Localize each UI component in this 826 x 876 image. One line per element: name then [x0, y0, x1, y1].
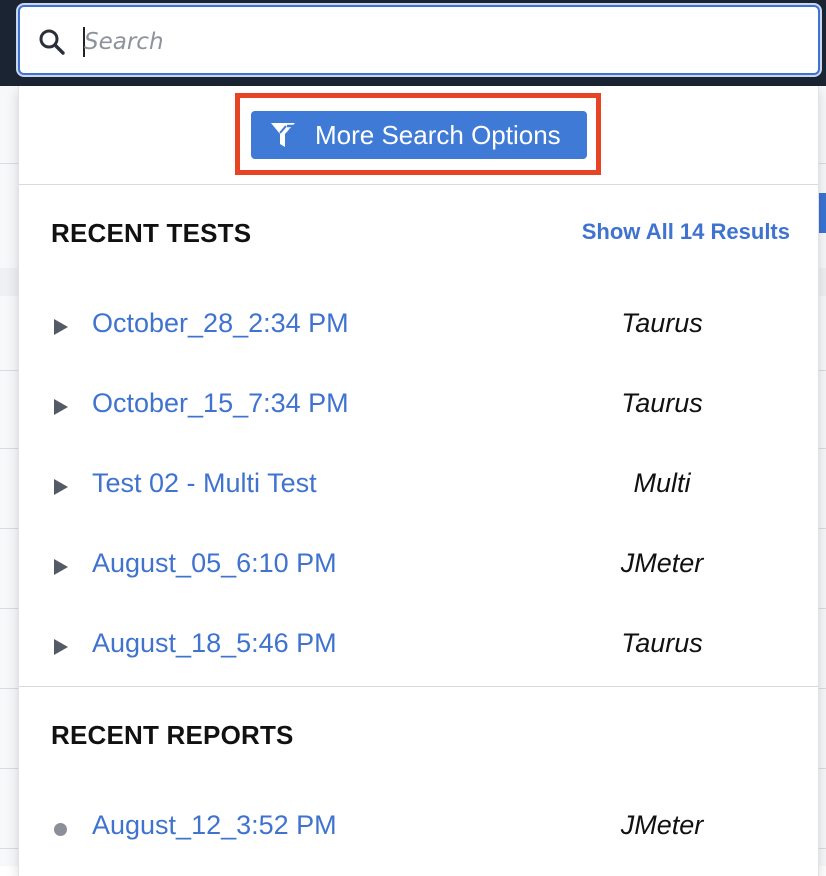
- recent-test-item[interactable]: October_28_2:34 PM Taurus: [19, 296, 818, 356]
- search-options-row: More Search Options: [19, 86, 818, 185]
- recent-test-item[interactable]: October_15_7:34 PM Taurus: [19, 376, 818, 436]
- recent-test-item[interactable]: August_18_5:46 PM Taurus: [19, 616, 818, 676]
- recent-report-type: JMeter: [620, 810, 704, 840]
- play-triangle-icon: [54, 639, 68, 655]
- recent-test-item[interactable]: August_05_6:10 PM JMeter: [19, 536, 818, 596]
- dot-icon: [54, 823, 67, 836]
- recent-tests-heading: RECENT TESTS: [51, 218, 252, 248]
- recent-test-type: JMeter: [620, 548, 704, 578]
- search-input[interactable]: [84, 19, 784, 65]
- recent-test-item[interactable]: Test 02 - Multi Test Multi: [19, 456, 818, 516]
- filter-icon: [271, 123, 298, 147]
- recent-report-item[interactable]: August_12_3:52 PM JMeter: [19, 798, 818, 858]
- recent-report-link[interactable]: August_12_3:52 PM: [92, 810, 337, 841]
- search-dropdown-panel: More Search Options RECENT TESTS Show Al…: [18, 86, 819, 876]
- show-all-results-link[interactable]: Show All 14 Results: [582, 219, 790, 245]
- recent-test-link[interactable]: October_15_7:34 PM: [92, 388, 349, 419]
- recent-test-link[interactable]: August_18_5:46 PM: [92, 628, 337, 659]
- section-divider: [19, 686, 818, 687]
- more-search-options-button[interactable]: More Search Options: [251, 111, 587, 159]
- play-triangle-icon: [54, 479, 68, 495]
- recent-reports-heading: RECENT REPORTS: [51, 720, 294, 750]
- search-icon: [39, 29, 65, 55]
- play-triangle-icon: [54, 319, 68, 335]
- play-triangle-icon: [54, 399, 68, 415]
- play-triangle-icon: [54, 559, 68, 575]
- recent-test-type: Taurus: [621, 628, 703, 658]
- recent-test-link[interactable]: October_28_2:34 PM: [92, 308, 349, 339]
- recent-test-type: Taurus: [621, 388, 703, 418]
- recent-test-type: Multi: [633, 468, 691, 498]
- recent-test-type: Taurus: [621, 308, 703, 338]
- recent-test-link[interactable]: August_05_6:10 PM: [92, 548, 337, 579]
- recent-test-link[interactable]: Test 02 - Multi Test: [92, 468, 317, 499]
- more-search-options-label: More Search Options: [315, 119, 561, 150]
- search-box[interactable]: [18, 5, 820, 75]
